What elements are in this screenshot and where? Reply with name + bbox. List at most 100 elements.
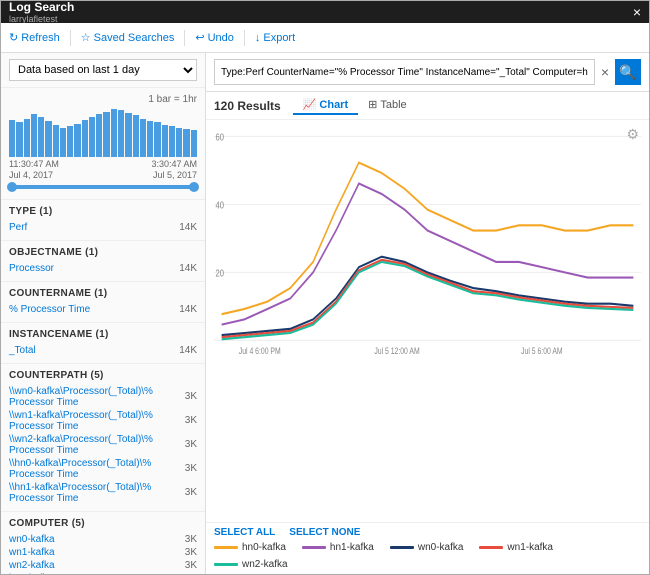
histogram-bar[interactable] [60, 128, 66, 157]
results-header: 120 Results 📈 Chart ⊞ Table [206, 92, 649, 120]
histogram-bar[interactable] [133, 115, 139, 157]
filter-count: 3K [185, 560, 197, 571]
export-icon: ↓ [255, 32, 261, 44]
time-range-select[interactable]: Data based on last 1 day [9, 59, 197, 81]
legend-color [214, 546, 238, 549]
legend-item[interactable]: wn0-kafka [390, 542, 464, 553]
close-button[interactable]: × [633, 4, 641, 20]
gear-icon[interactable]: ⚙ [626, 126, 639, 143]
legend-color [214, 563, 238, 566]
histogram-bar[interactable] [9, 120, 15, 157]
histogram-bar[interactable] [38, 117, 44, 157]
histogram-label: 1 bar = 1hr [9, 94, 197, 105]
filter-key[interactable]: wn1-kafka [9, 547, 55, 558]
histogram-bar[interactable] [154, 122, 160, 157]
filter-row: \\wn0-kafka\Processor(_Total)\% Processo… [9, 385, 197, 409]
filter-row: wn0-kafka 3K [9, 533, 197, 546]
histogram-area: 1 bar = 1hr 11:30:47 AM Jul 4, 2017 3:30… [1, 88, 205, 200]
histogram-bar[interactable] [162, 125, 168, 157]
histogram-bar[interactable] [169, 126, 175, 157]
histogram-bar[interactable] [74, 124, 80, 157]
filter-key[interactable]: \\wn2-kafka\Processor(_Total)\% Processo… [9, 434, 185, 456]
filter-key[interactable]: Processor [9, 263, 54, 274]
filter-row: Perf 14K [9, 221, 197, 234]
histogram-bar[interactable] [111, 109, 117, 157]
tab-chart[interactable]: 📈 Chart [293, 96, 358, 115]
filter-count: 14K [179, 222, 197, 233]
select-all-button[interactable]: SELECT ALL [214, 527, 275, 538]
refresh-button[interactable]: ↻ Refresh [9, 31, 60, 44]
histogram-bar[interactable] [191, 130, 197, 157]
slider-handle-left[interactable] [7, 182, 17, 192]
filter-key[interactable]: hn0-kafka [9, 573, 53, 574]
filter-count: 3K [185, 534, 197, 545]
filter-section: COMPUTER (5)wn0-kafka3Kwn1-kafka3Kwn2-ka… [1, 512, 205, 574]
filter-section-title: OBJECTNAME (1) [9, 247, 197, 258]
legend-item[interactable]: wn2-kafka [214, 559, 288, 570]
filter-section-title: TYPE (1) [9, 206, 197, 217]
query-bar: × 🔍 [206, 53, 649, 92]
tab-table[interactable]: ⊞ Table [358, 96, 417, 115]
filter-key[interactable]: \\hn1-kafka\Processor(_Total)\% Processo… [9, 482, 185, 504]
legend-item[interactable]: hn1-kafka [302, 542, 374, 553]
histogram-bar[interactable] [67, 126, 73, 157]
filter-key[interactable]: % Processor Time [9, 304, 90, 315]
histogram-bar[interactable] [16, 122, 22, 157]
filter-section: INSTANCENAME (1)_Total14K [1, 323, 205, 364]
histogram-bar[interactable] [82, 120, 88, 157]
filter-row: \\hn0-kafka\Processor(_Total)\% Processo… [9, 457, 197, 481]
legend-item[interactable]: hn0-kafka [214, 542, 286, 553]
undo-button[interactable]: ↩ Undo [195, 31, 234, 44]
filter-key[interactable]: Perf [9, 222, 27, 233]
histogram-bar[interactable] [147, 121, 153, 157]
histogram-bar[interactable] [103, 112, 109, 157]
filter-key[interactable]: wn2-kafka [9, 560, 55, 571]
sidebar: Data based on last 1 day 1 bar = 1hr 11:… [1, 53, 206, 574]
main-window: Log Search larrylafletest × ↻ Refresh ☆ … [0, 0, 650, 575]
filter-section: COUNTERPATH (5)\\wn0-kafka\Processor(_To… [1, 364, 205, 512]
filter-key[interactable]: \\wn0-kafka\Processor(_Total)\% Processo… [9, 386, 185, 408]
histogram-bar[interactable] [96, 114, 102, 157]
legend-color [479, 546, 503, 549]
filter-key[interactable]: \\wn1-kafka\Processor(_Total)\% Processo… [9, 410, 185, 432]
slider-handle-right[interactable] [189, 182, 199, 192]
main-content: Data based on last 1 day 1 bar = 1hr 11:… [1, 53, 649, 574]
filter-count: 14K [179, 263, 197, 274]
histogram-bar[interactable] [89, 117, 95, 157]
slider-range [11, 185, 195, 189]
histogram-bar[interactable] [24, 119, 30, 157]
filter-count: 3K [185, 463, 197, 474]
legend-items: hn0-kafka hn1-kafka wn0-kafka wn1-kafka wn2-… [214, 542, 641, 570]
filter-count: 3K [185, 439, 197, 450]
slider-track [11, 185, 195, 189]
histogram-bar[interactable] [125, 113, 131, 157]
undo-icon: ↩ [195, 31, 204, 44]
search-icon: 🔍 [619, 64, 636, 81]
query-input[interactable] [214, 59, 595, 85]
saved-searches-button[interactable]: ☆ Saved Searches [81, 31, 175, 44]
filter-key[interactable]: \\hn0-kafka\Processor(_Total)\% Processo… [9, 458, 185, 480]
histogram-bar[interactable] [45, 121, 51, 157]
query-clear-button[interactable]: × [599, 65, 611, 79]
svg-text:20: 20 [216, 267, 224, 278]
chart-icon: 📈 [303, 98, 317, 111]
separator [70, 30, 71, 46]
filter-key[interactable]: _Total [9, 345, 36, 356]
histogram-bar[interactable] [140, 119, 146, 157]
export-button[interactable]: ↓ Export [255, 32, 295, 44]
histogram-bar[interactable] [118, 110, 124, 157]
filter-count: 3K [185, 415, 197, 426]
select-none-button[interactable]: SELECT NONE [289, 527, 360, 538]
histogram-dates: 11:30:47 AM Jul 4, 2017 3:30:47 AM Jul 5… [9, 159, 197, 181]
svg-text:Jul 5 12:00 AM: Jul 5 12:00 AM [374, 346, 419, 356]
histogram-bar[interactable] [53, 125, 59, 157]
legend-item[interactable]: wn1-kafka [479, 542, 553, 553]
legend: SELECT ALL SELECT NONE hn0-kafka hn1-kafk… [206, 522, 649, 574]
query-search-button[interactable]: 🔍 [615, 59, 641, 85]
filter-key[interactable]: wn0-kafka [9, 534, 55, 545]
histogram-bar[interactable] [31, 114, 37, 157]
histogram-bar[interactable] [183, 129, 189, 157]
histogram-bar[interactable] [176, 128, 182, 157]
histogram-bars [9, 107, 197, 157]
separator [244, 30, 245, 46]
